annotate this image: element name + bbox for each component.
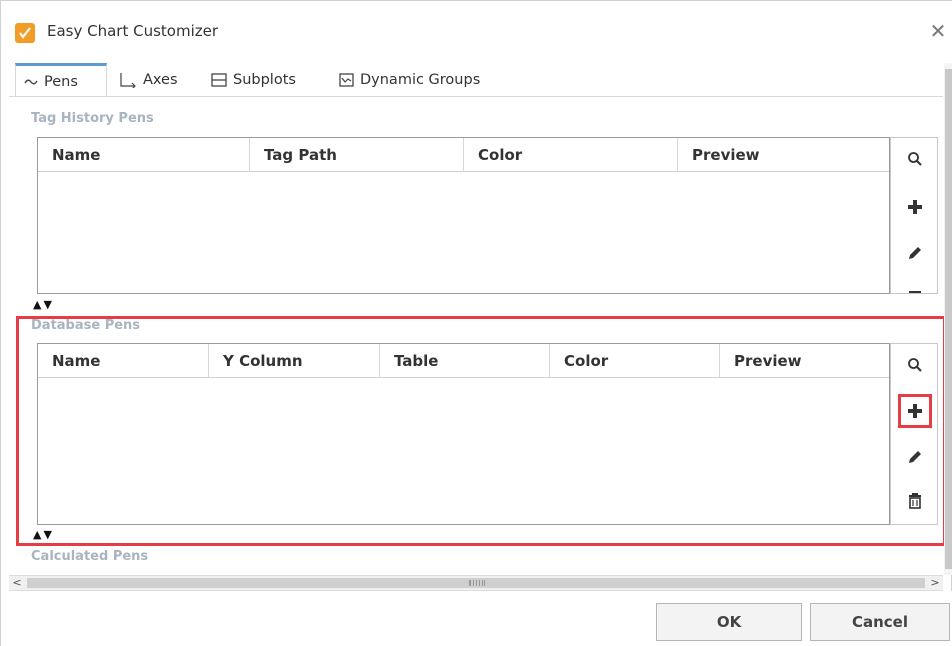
subplots-icon: [211, 73, 227, 87]
column-header-color[interactable]: Color: [464, 138, 678, 172]
tab-pens[interactable]: Pens: [15, 63, 107, 97]
sort-arrows-tag-history[interactable]: ▲▼: [33, 298, 54, 311]
search-icon[interactable]: [898, 142, 932, 176]
calculated-pens-label: Calculated Pens: [31, 549, 149, 564]
scroll-left-icon[interactable]: <: [9, 576, 25, 590]
table-header: Name Tag Path Color Preview: [38, 138, 889, 172]
tab-pens-label: Pens: [44, 73, 78, 90]
tab-axes-label: Axes: [143, 72, 178, 88]
easy-chart-customizer-dialog: Easy Chart Customizer ✕ Pens Axes Subplo…: [0, 0, 952, 646]
tab-subplots[interactable]: Subplots: [203, 63, 319, 97]
column-header-tag-path[interactable]: Tag Path: [250, 138, 464, 172]
dialog-footer: OK Cancel: [1, 591, 952, 646]
pens-icon: [24, 77, 38, 87]
delete-icon[interactable]: [898, 280, 932, 293]
title-bar: Easy Chart Customizer ✕: [1, 1, 952, 63]
tab-dynamic-groups[interactable]: Dynamic Groups: [331, 63, 507, 97]
axes-icon: [119, 72, 137, 88]
tag-history-toolbar: [890, 137, 938, 294]
dynamic-groups-icon: [339, 73, 354, 87]
database-pens-highlight: [16, 316, 946, 546]
edit-icon[interactable]: [898, 236, 932, 270]
horizontal-scrollbar[interactable]: < >: [9, 575, 943, 591]
checkmark-pen-icon: [15, 23, 35, 43]
ok-button[interactable]: OK: [656, 603, 802, 641]
column-header-name[interactable]: Name: [38, 138, 250, 172]
tab-dynamic-groups-label: Dynamic Groups: [360, 72, 481, 88]
tab-subplots-label: Subplots: [233, 72, 296, 88]
horizontal-scrollbar-thumb[interactable]: [27, 578, 925, 588]
window-title: Easy Chart Customizer: [47, 22, 219, 40]
vertical-scrollbar[interactable]: [944, 63, 952, 575]
tab-axes[interactable]: Axes: [111, 63, 199, 97]
column-header-preview[interactable]: Preview: [678, 138, 889, 172]
add-icon[interactable]: [898, 190, 932, 224]
grip-icon: [469, 580, 485, 586]
tag-history-pens-label: Tag History Pens: [31, 111, 154, 126]
scroll-right-icon[interactable]: >: [927, 576, 943, 590]
tag-history-pens-table[interactable]: Name Tag Path Color Preview: [37, 137, 890, 294]
close-icon[interactable]: ✕: [927, 19, 949, 43]
tab-bar: Pens Axes Subplots Dynamic Groups: [9, 63, 941, 97]
cancel-button[interactable]: Cancel: [810, 603, 950, 641]
vertical-scrollbar-thumb[interactable]: [945, 69, 952, 569]
